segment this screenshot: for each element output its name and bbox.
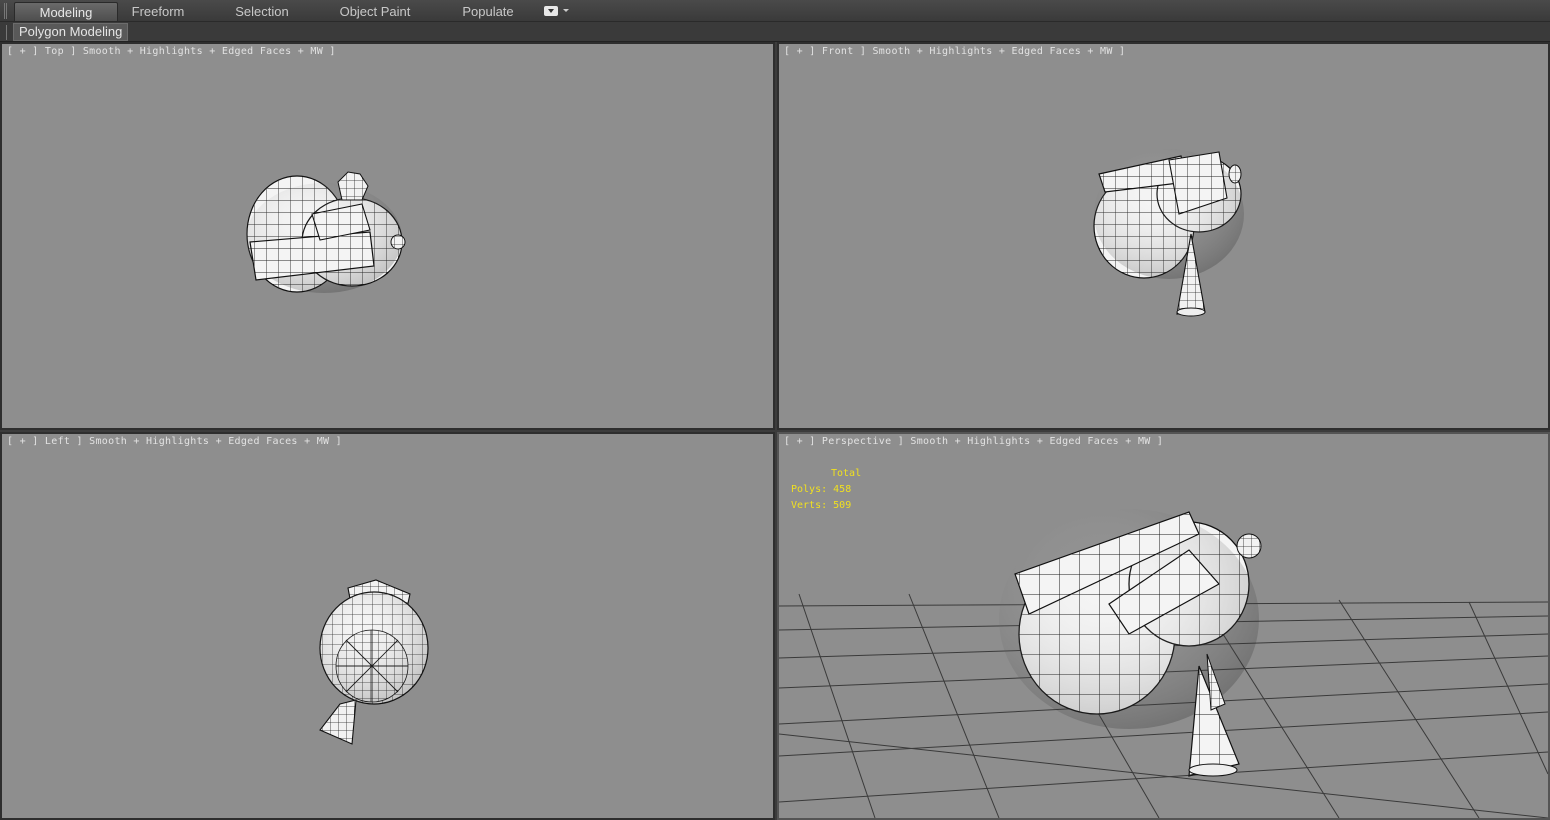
chevron-down-icon <box>563 9 569 12</box>
left-view-mesh <box>319 579 429 745</box>
tab-modeling[interactable]: Modeling <box>14 2 118 21</box>
polygon-modeling-panel-button[interactable]: Polygon Modeling <box>13 23 129 41</box>
ribbon-grip[interactable] <box>4 3 7 19</box>
ribbon-panel-bar: Polygon Modeling <box>0 22 1550 42</box>
viewport-perspective[interactable]: [ + ] Perspective ] Smooth + Highlights … <box>777 432 1550 820</box>
ribbon-options-button[interactable] <box>544 6 570 17</box>
viewport-front[interactable]: [ + ] Front ] Smooth + Highlights + Edge… <box>777 42 1550 430</box>
panel-grip[interactable] <box>6 25 8 40</box>
front-view-mesh <box>1093 149 1244 317</box>
viewport-top[interactable]: [ + ] Top ] Smooth + Highlights + Edged … <box>0 42 775 430</box>
tab-object-paint[interactable]: Object Paint <box>330 2 420 21</box>
ribbon-tab-bar: Modeling Freeform Selection Object Paint… <box>0 0 1550 22</box>
perspective-view-mesh <box>779 509 1548 818</box>
viewport-left[interactable]: [ + ] Left ] Smooth + Highlights + Edged… <box>0 432 775 820</box>
tab-freeform[interactable]: Freeform <box>120 2 196 21</box>
tab-populate[interactable]: Populate <box>452 2 524 21</box>
ribbon-options-icon <box>544 6 558 16</box>
top-view-mesh <box>246 171 406 293</box>
tab-selection[interactable]: Selection <box>222 2 302 21</box>
